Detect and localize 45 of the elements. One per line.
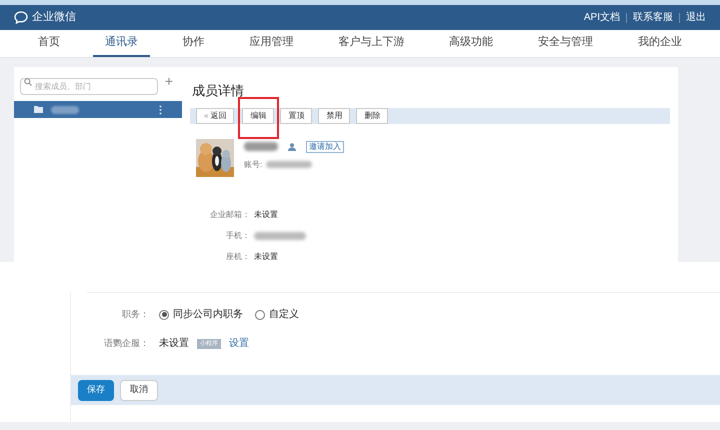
nav-tab[interactable]: 应用管理	[238, 30, 306, 57]
back-button[interactable]: « 返回	[196, 108, 234, 124]
invite-button[interactable]: 邀请加入	[306, 140, 344, 152]
header-link[interactable]: API文档	[584, 10, 620, 25]
nav-tab[interactable]: 首页	[26, 30, 72, 57]
set-link[interactable]: 设置	[229, 336, 249, 351]
nav-tab[interactable]: 我的企业	[626, 30, 694, 57]
toolbar-button[interactable]: 删除	[356, 108, 388, 124]
toolbar-button[interactable]: 编辑	[242, 108, 274, 124]
nav-tab[interactable]: 通讯录	[92, 30, 150, 57]
field-label: 语鹦企服：	[103, 336, 149, 350]
header-link[interactable]: 退出	[686, 10, 706, 25]
radio-option[interactable]: 同步公司内职务	[159, 307, 243, 322]
header-link[interactable]: 联系客服	[633, 10, 673, 25]
nav-tab[interactable]: 协作	[170, 30, 217, 57]
nav-tab[interactable]: 高级功能	[437, 30, 506, 57]
person-icon	[288, 142, 296, 150]
field-value: 未设置	[254, 250, 278, 262]
detail-title: 成员详情	[192, 82, 245, 100]
more-icon[interactable]	[159, 104, 162, 114]
blurred-name	[244, 142, 278, 151]
account-label: 账号:	[244, 158, 262, 170]
field-value: 未设置	[159, 336, 189, 351]
department-item[interactable]	[14, 101, 182, 118]
field-label: 手机：	[225, 230, 250, 242]
chat-bubble-icon	[14, 11, 28, 24]
blurred-account	[266, 161, 312, 168]
field-label: 企业邮箱：	[209, 208, 250, 220]
folder-icon	[34, 106, 43, 113]
search-field[interactable]: 搜索成员、部门	[20, 78, 158, 94]
save-button[interactable]: 保存	[78, 380, 114, 400]
radio-option[interactable]: 自定义	[255, 307, 299, 322]
search-icon	[24, 78, 32, 86]
toolbar-button[interactable]: 置顶	[280, 108, 312, 124]
toolbar-button[interactable]: 禁用	[318, 108, 350, 124]
nav-tab[interactable]: 安全与管理	[526, 30, 606, 57]
field-label: 座机：	[225, 250, 250, 262]
blurred-value	[254, 232, 306, 240]
logo-text: 企业微信	[32, 10, 76, 26]
add-button[interactable]: +	[162, 74, 176, 88]
nav-tab[interactable]: 客户与上下游	[326, 30, 416, 57]
blurred-name	[51, 106, 79, 114]
field-value: 未设置	[254, 208, 278, 220]
cancel-button[interactable]: 取消	[120, 380, 158, 400]
field-label: 职务：	[121, 308, 149, 321]
